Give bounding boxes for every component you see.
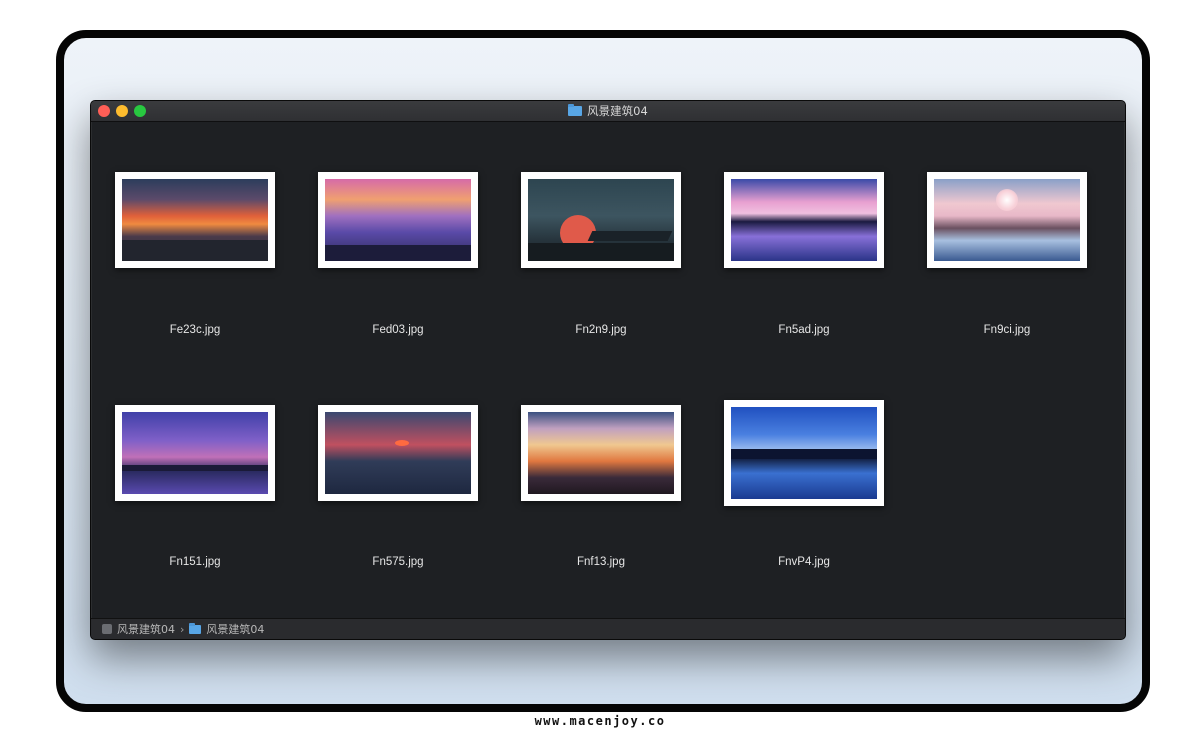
file-name[interactable]: Fn9ci.jpg (907, 324, 1107, 336)
path-current[interactable]: 风景建筑04 (206, 621, 264, 637)
file-thumbnail[interactable] (115, 172, 275, 268)
file-name[interactable]: Fe23c.jpg (95, 324, 295, 336)
file-name[interactable]: Fn151.jpg (95, 556, 295, 568)
image-preview (325, 179, 471, 261)
path-bar: 风景建筑04 › 风景建筑04 (91, 618, 1125, 639)
watermark-url: www.macenjoy.co (534, 714, 666, 728)
file-thumbnail[interactable] (724, 400, 884, 506)
image-preview (934, 179, 1080, 261)
window-title-text: 风景建筑04 (587, 104, 648, 118)
file-thumbnail[interactable] (521, 405, 681, 501)
title-bar[interactable]: 风景建筑04 (91, 101, 1125, 122)
icon-grid: Fe23c.jpg Fed03.jpg Fn2n9.jpg Fn5ad.jpg … (91, 122, 1125, 617)
file-name[interactable]: Fn5ad.jpg (704, 324, 904, 336)
file-thumbnail[interactable] (927, 172, 1087, 268)
image-preview (325, 412, 471, 494)
file-name[interactable]: FnvP4.jpg (704, 556, 904, 568)
image-preview (528, 179, 674, 261)
file-name[interactable]: Fn2n9.jpg (501, 324, 701, 336)
image-preview (731, 407, 877, 499)
file-thumbnail[interactable] (318, 405, 478, 501)
drive-icon (102, 624, 112, 634)
file-thumbnail[interactable] (521, 172, 681, 268)
device-frame: 风景建筑04 Fe23c.jpg Fed03.jpg Fn2n9.jpg Fn5… (56, 30, 1150, 712)
image-preview (731, 179, 877, 261)
folder-icon (568, 104, 583, 116)
file-name[interactable]: Fn575.jpg (298, 556, 498, 568)
path-root[interactable]: 风景建筑04 (117, 621, 175, 637)
finder-window: 风景建筑04 Fe23c.jpg Fed03.jpg Fn2n9.jpg Fn5… (90, 100, 1126, 640)
file-thumbnail[interactable] (724, 172, 884, 268)
chevron-right-icon: › (180, 622, 185, 636)
image-preview (122, 179, 268, 261)
file-thumbnail[interactable] (318, 172, 478, 268)
window-title: 风景建筑04 (91, 103, 1125, 119)
image-preview (528, 412, 674, 494)
file-thumbnail[interactable] (115, 405, 275, 501)
file-name[interactable]: Fed03.jpg (298, 324, 498, 336)
image-preview (122, 412, 268, 494)
file-name[interactable]: Fnf13.jpg (501, 556, 701, 568)
folder-icon (189, 622, 202, 634)
